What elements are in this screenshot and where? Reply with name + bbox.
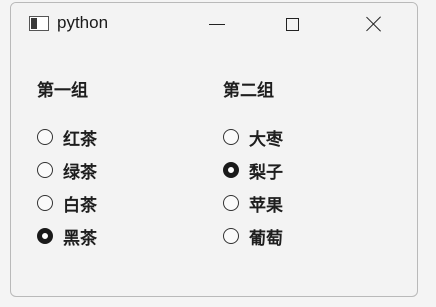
radio-option-hongcha[interactable]: 红茶 bbox=[37, 125, 97, 150]
radio-option-lvcha[interactable]: 绿茶 bbox=[37, 158, 97, 183]
radio-option-pingguo[interactable]: 苹果 bbox=[223, 191, 283, 216]
radio-option-putao[interactable]: 葡萄 bbox=[223, 224, 283, 249]
maximize-icon bbox=[285, 17, 299, 31]
radio-label: 苹果 bbox=[249, 195, 283, 216]
radio-label: 大枣 bbox=[249, 129, 283, 150]
radio-option-heicha[interactable]: 黑茶 bbox=[37, 224, 97, 249]
radio-label: 绿茶 bbox=[63, 162, 97, 183]
radio-option-baicha[interactable]: 白茶 bbox=[37, 191, 97, 216]
maximize-button[interactable] bbox=[269, 9, 315, 39]
radio-label: 梨子 bbox=[249, 162, 283, 183]
radio-label: 红茶 bbox=[63, 129, 97, 150]
minimize-icon bbox=[209, 23, 225, 25]
radio-button[interactable] bbox=[37, 129, 53, 145]
radio-label: 黑茶 bbox=[63, 228, 97, 249]
radio-button[interactable] bbox=[223, 129, 239, 145]
close-icon bbox=[366, 16, 382, 32]
group-1-label: 第一组 bbox=[37, 81, 88, 101]
window-title: python bbox=[57, 13, 109, 32]
radio-button[interactable] bbox=[37, 228, 53, 244]
title-bar[interactable]: python bbox=[11, 3, 417, 45]
radio-button[interactable] bbox=[37, 195, 53, 211]
radio-option-dazao[interactable]: 大枣 bbox=[223, 125, 283, 150]
radio-button[interactable] bbox=[223, 195, 239, 211]
close-button[interactable] bbox=[351, 9, 397, 39]
radio-button[interactable] bbox=[37, 162, 53, 178]
radio-button[interactable] bbox=[223, 228, 239, 244]
app-window: python 第一组 红茶 绿茶 白茶 黑茶 第二组 大枣 梨子 苹果 葡萄 bbox=[10, 2, 418, 297]
python-window-icon bbox=[29, 16, 49, 31]
radio-group-1: 第一组 红茶 绿茶 白茶 黑茶 bbox=[37, 79, 97, 257]
radio-group-2: 第二组 大枣 梨子 苹果 葡萄 bbox=[223, 79, 283, 257]
radio-label: 葡萄 bbox=[249, 228, 283, 249]
radio-label: 白茶 bbox=[63, 195, 97, 216]
minimize-button[interactable] bbox=[194, 9, 240, 39]
group-2-label: 第二组 bbox=[223, 81, 274, 101]
radio-button[interactable] bbox=[223, 162, 239, 178]
radio-option-lizi[interactable]: 梨子 bbox=[223, 158, 283, 183]
